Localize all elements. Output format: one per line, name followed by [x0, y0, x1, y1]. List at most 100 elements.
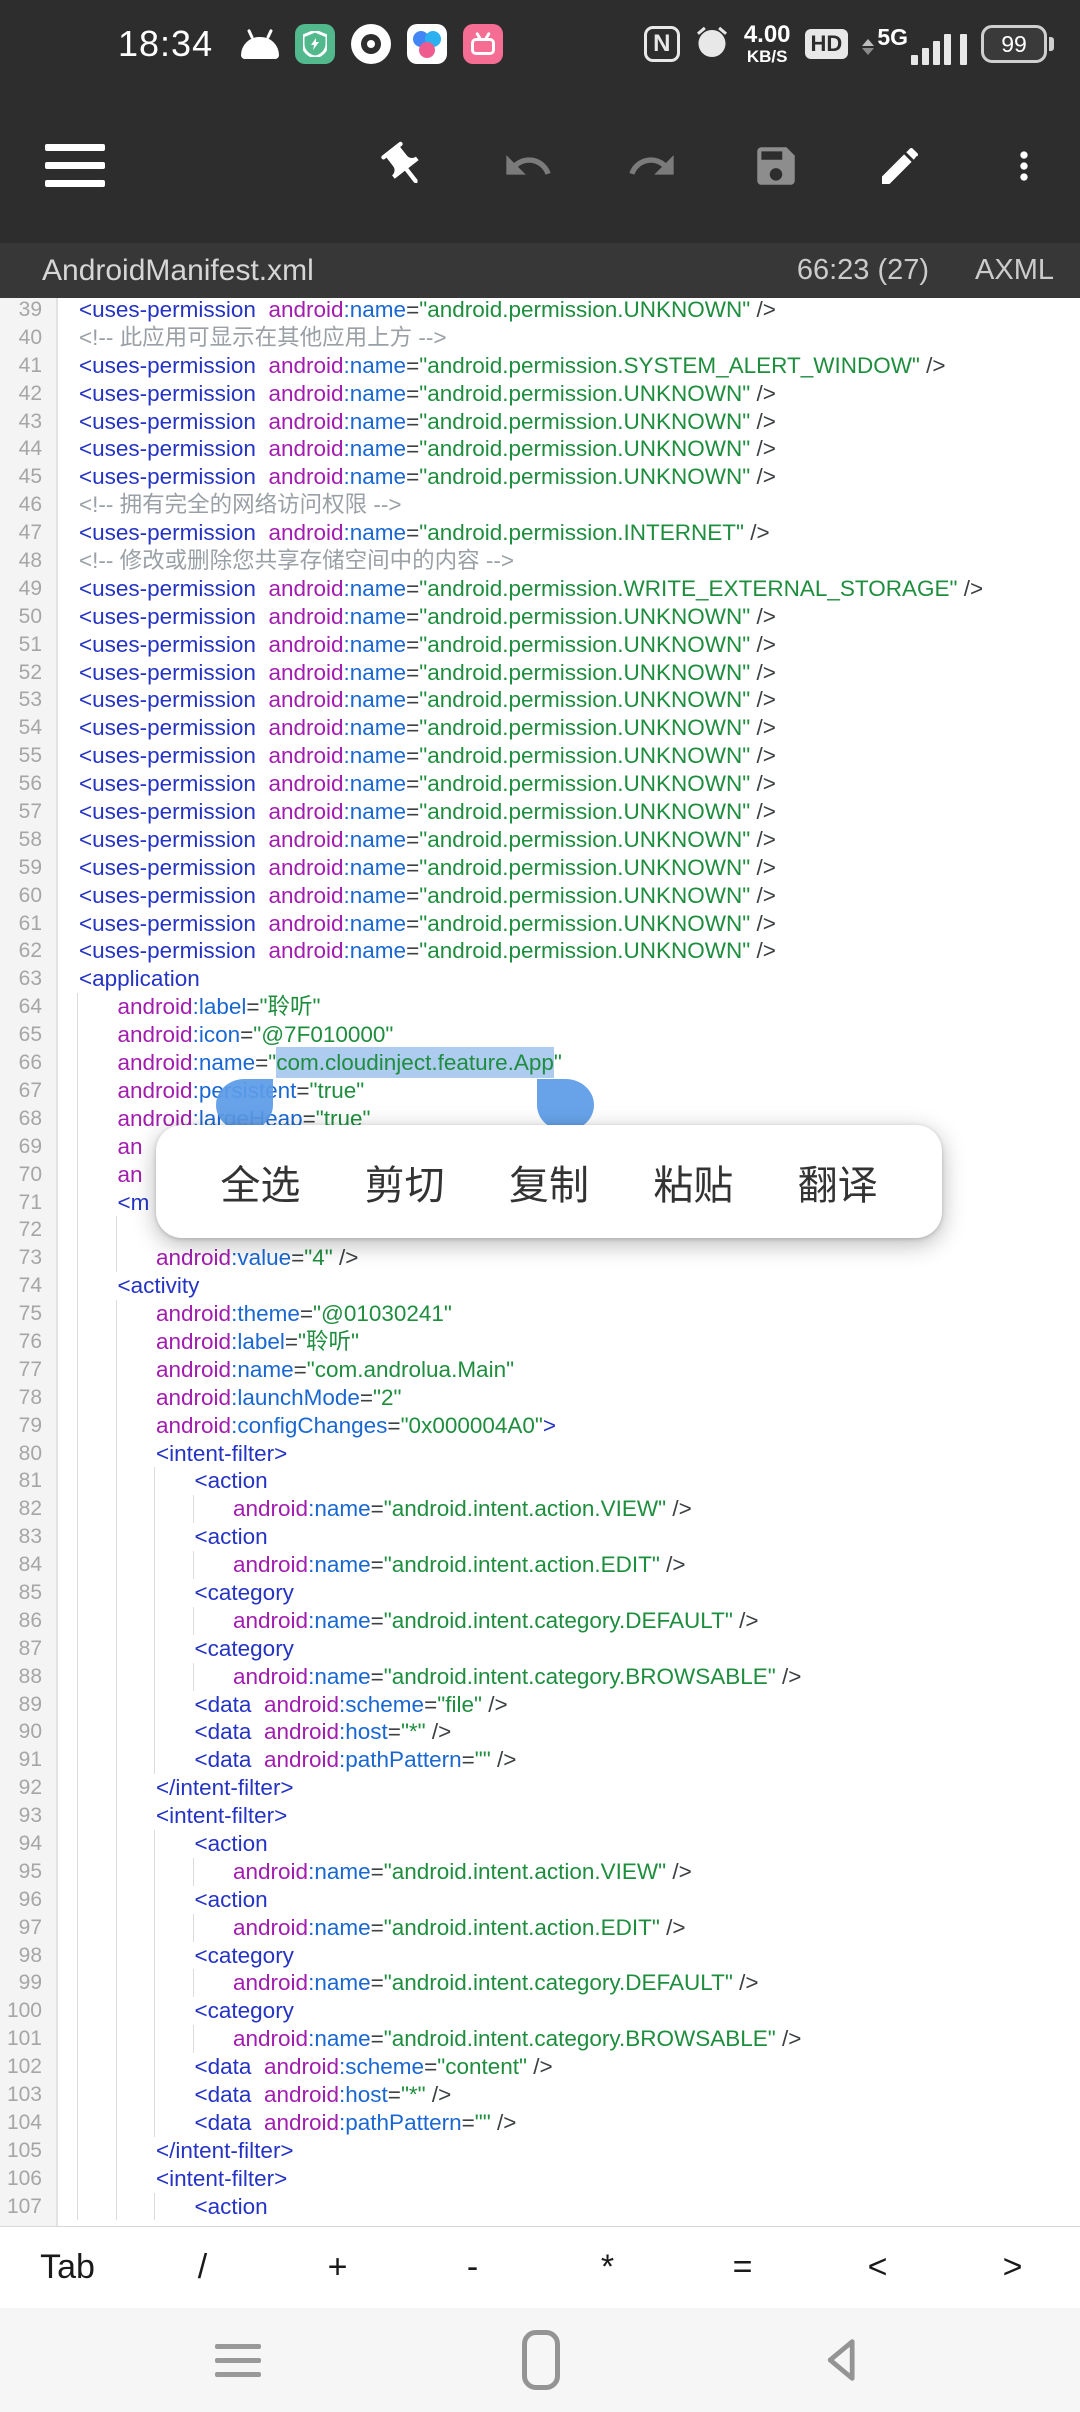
save-button[interactable] — [750, 140, 802, 192]
code-line[interactable]: 81<action — [0, 1467, 1080, 1495]
symbol-key--[interactable]: - — [405, 2248, 540, 2287]
code-line[interactable]: 57<uses-permission android:name="android… — [0, 798, 1080, 826]
code-line[interactable]: 39<uses-permission android:name="android… — [0, 298, 1080, 324]
code-line[interactable]: 106<intent-filter> — [0, 2165, 1080, 2193]
more-options-button[interactable] — [998, 140, 1050, 192]
format-badge[interactable]: AXML — [975, 254, 1054, 287]
line-number: 89 — [0, 1691, 50, 1719]
code-text: <uses-permission android:name="android.p… — [50, 882, 1080, 910]
indent-guide — [116, 2053, 117, 2081]
symbol-key-/[interactable]: / — [135, 2248, 270, 2287]
code-text: <action — [50, 1830, 1080, 1858]
context-menu-item-剪切[interactable]: 剪切 — [365, 1153, 445, 1211]
code-line[interactable]: 102<data android:scheme="content" /> — [0, 2053, 1080, 2081]
code-line[interactable]: 46<!-- 拥有完全的网络访问权限 --> — [0, 491, 1080, 519]
code-line[interactable]: 103<data android:host="*" /> — [0, 2081, 1080, 2109]
code-line[interactable]: 93<intent-filter> — [0, 1802, 1080, 1830]
code-line[interactable]: 84android:name="android.intent.action.ED… — [0, 1551, 1080, 1579]
code-line[interactable]: 60<uses-permission android:name="android… — [0, 882, 1080, 910]
code-line[interactable]: 59<uses-permission android:name="android… — [0, 854, 1080, 882]
code-line[interactable]: 91<data android:pathPattern="" /> — [0, 1746, 1080, 1774]
pin-button[interactable] — [378, 140, 430, 192]
line-number: 96 — [0, 1886, 50, 1914]
code-line[interactable]: 76android:label="聆听" — [0, 1328, 1080, 1356]
code-line[interactable]: 95android:name="android.intent.action.VI… — [0, 1858, 1080, 1886]
context-menu-item-翻译[interactable]: 翻译 — [798, 1153, 878, 1211]
code-line[interactable]: 54<uses-permission android:name="android… — [0, 714, 1080, 742]
symbol-key-Tab[interactable]: Tab — [0, 2248, 135, 2287]
code-line[interactable]: 49<uses-permission android:name="android… — [0, 575, 1080, 603]
symbol-key-+[interactable]: + — [270, 2248, 405, 2287]
redo-button[interactable] — [626, 140, 678, 192]
edit-button[interactable] — [874, 140, 926, 192]
code-line[interactable]: 50<uses-permission android:name="android… — [0, 603, 1080, 631]
code-line[interactable]: 87<category — [0, 1635, 1080, 1663]
code-line[interactable]: 61<uses-permission android:name="android… — [0, 910, 1080, 938]
code-line[interactable]: 53<uses-permission android:name="android… — [0, 686, 1080, 714]
code-line[interactable]: 52<uses-permission android:name="android… — [0, 659, 1080, 687]
code-line[interactable]: 94<action — [0, 1830, 1080, 1858]
code-line[interactable]: 92</intent-filter> — [0, 1774, 1080, 1802]
selection-handle-right[interactable] — [537, 1079, 594, 1131]
back-button[interactable] — [821, 2336, 865, 2384]
undo-button[interactable] — [502, 140, 554, 192]
code-line[interactable]: 79android:configChanges="0x000004A0"> — [0, 1412, 1080, 1440]
code-text: <action — [50, 2193, 1080, 2221]
code-line[interactable]: 75android:theme="@01030241" — [0, 1300, 1080, 1328]
code-line[interactable]: 62<uses-permission android:name="android… — [0, 937, 1080, 965]
symbol-key->[interactable]: > — [945, 2248, 1080, 2287]
code-line[interactable]: 65android:icon="@7F010000" — [0, 1021, 1080, 1049]
selected-text[interactable]: com.cloudinject.feature.App — [276, 1050, 554, 1075]
symbol-key-<[interactable]: < — [810, 2248, 945, 2287]
selection-handle-left[interactable] — [216, 1079, 273, 1131]
editor-toolbar — [0, 88, 1080, 243]
code-line[interactable]: 43<uses-permission android:name="android… — [0, 408, 1080, 436]
code-line[interactable]: 73android:value="4" /> — [0, 1244, 1080, 1272]
recents-button[interactable] — [215, 2344, 261, 2377]
code-editor[interactable]: 39<uses-permission android:name="android… — [0, 298, 1080, 2226]
code-line[interactable]: 51<uses-permission android:name="android… — [0, 631, 1080, 659]
code-line[interactable]: 101android:name="android.intent.category… — [0, 2025, 1080, 2053]
code-line[interactable]: 85<category — [0, 1579, 1080, 1607]
code-line[interactable]: 105</intent-filter> — [0, 2137, 1080, 2165]
code-line[interactable]: 48<!-- 修改或删除您共享存储空间中的内容 --> — [0, 547, 1080, 575]
indent-guide — [154, 1579, 155, 1607]
code-line[interactable]: 96<action — [0, 1886, 1080, 1914]
code-line[interactable]: 83<action — [0, 1523, 1080, 1551]
code-line[interactable]: 80<intent-filter> — [0, 1440, 1080, 1468]
code-line[interactable]: 42<uses-permission android:name="android… — [0, 380, 1080, 408]
code-line[interactable]: 86android:name="android.intent.category.… — [0, 1607, 1080, 1635]
symbol-key-*[interactable]: * — [540, 2248, 675, 2287]
code-line[interactable]: 107<action — [0, 2193, 1080, 2221]
context-menu-item-复制[interactable]: 复制 — [509, 1153, 589, 1211]
line-number: 65 — [0, 1021, 50, 1049]
code-line[interactable]: 90<data android:host="*" /> — [0, 1718, 1080, 1746]
code-line[interactable]: 58<uses-permission android:name="android… — [0, 826, 1080, 854]
code-line[interactable]: 45<uses-permission android:name="android… — [0, 463, 1080, 491]
symbol-key-=[interactable]: = — [675, 2248, 810, 2287]
code-line[interactable]: 78android:launchMode="2" — [0, 1384, 1080, 1412]
code-line[interactable]: 64android:label="聆听" — [0, 993, 1080, 1021]
menu-button[interactable] — [45, 144, 105, 187]
code-line[interactable]: 99android:name="android.intent.category.… — [0, 1969, 1080, 1997]
code-line[interactable]: 63<application — [0, 965, 1080, 993]
code-line[interactable]: 82android:name="android.intent.action.VI… — [0, 1495, 1080, 1523]
code-line[interactable]: 97android:name="android.intent.action.ED… — [0, 1914, 1080, 1942]
code-line[interactable]: 55<uses-permission android:name="android… — [0, 742, 1080, 770]
code-line[interactable]: 47<uses-permission android:name="android… — [0, 519, 1080, 547]
code-line[interactable]: 98<category — [0, 1942, 1080, 1970]
code-line[interactable]: 44<uses-permission android:name="android… — [0, 435, 1080, 463]
code-line[interactable]: 56<uses-permission android:name="android… — [0, 770, 1080, 798]
code-line[interactable]: 89<data android:scheme="file" /> — [0, 1691, 1080, 1719]
context-menu-item-粘贴[interactable]: 粘贴 — [653, 1153, 733, 1211]
code-line[interactable]: 74<activity — [0, 1272, 1080, 1300]
code-line[interactable]: 41<uses-permission android:name="android… — [0, 352, 1080, 380]
code-line[interactable]: 77android:name="com.androlua.Main" — [0, 1356, 1080, 1384]
context-menu-item-全选[interactable]: 全选 — [220, 1153, 300, 1211]
code-line[interactable]: 88android:name="android.intent.category.… — [0, 1663, 1080, 1691]
home-button[interactable] — [522, 2330, 560, 2390]
code-line[interactable]: 40<!-- 此应用可显示在其他应用上方 --> — [0, 324, 1080, 352]
code-line[interactable]: 100<category — [0, 1997, 1080, 2025]
code-line[interactable]: 66android:name="com.cloudinject.feature.… — [0, 1049, 1080, 1077]
code-line[interactable]: 104<data android:pathPattern="" /> — [0, 2109, 1080, 2137]
